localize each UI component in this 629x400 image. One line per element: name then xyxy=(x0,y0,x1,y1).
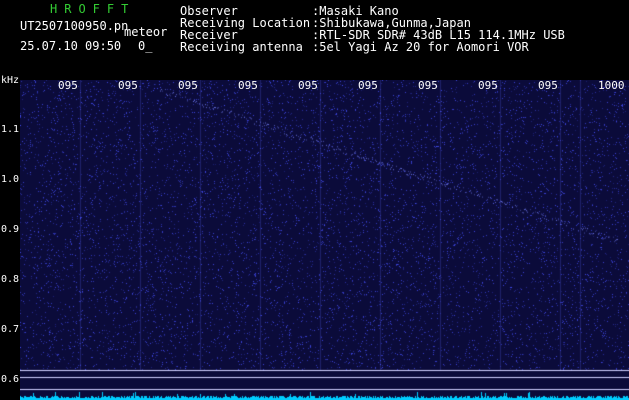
y-axis-unit: kHz xyxy=(0,75,19,86)
x-tick-label: 095 xyxy=(298,79,318,92)
x-tick-label: 095 xyxy=(418,79,438,92)
mode-label: meteor xyxy=(124,25,168,39)
x-tick-label: 095 xyxy=(178,79,198,92)
x-tick-label: 095 xyxy=(358,79,378,92)
x-tick-label: 095 xyxy=(58,79,78,92)
antenna-value: :5el Yagi Az 20 for Aomori VOR xyxy=(312,40,529,54)
date-time: 25.07.10 09:50 xyxy=(20,39,122,53)
y-tick-label: 0.8 xyxy=(0,274,19,285)
brand-title: HROFFT xyxy=(50,2,136,16)
x-tick-label: 095 xyxy=(118,79,138,92)
x-tick-label: 095 xyxy=(538,79,558,92)
antenna-label: Receiving antenna xyxy=(180,40,303,54)
y-tick-label: 1.1 xyxy=(0,124,19,135)
file-name: UT2507100950.pn xyxy=(20,19,129,33)
x-tick-label: 095 xyxy=(238,79,258,92)
waterfall-spectrogram xyxy=(20,80,629,400)
counter: 0_ xyxy=(138,39,153,53)
y-tick-label: 0.7 xyxy=(0,324,19,335)
y-tick-label: 0.6 xyxy=(0,374,19,385)
y-tick-label: 1.0 xyxy=(0,174,19,185)
x-tick-label: 095 xyxy=(478,79,498,92)
y-tick-label: 0.9 xyxy=(0,224,19,235)
x-tick-label: 1000 xyxy=(598,79,625,92)
